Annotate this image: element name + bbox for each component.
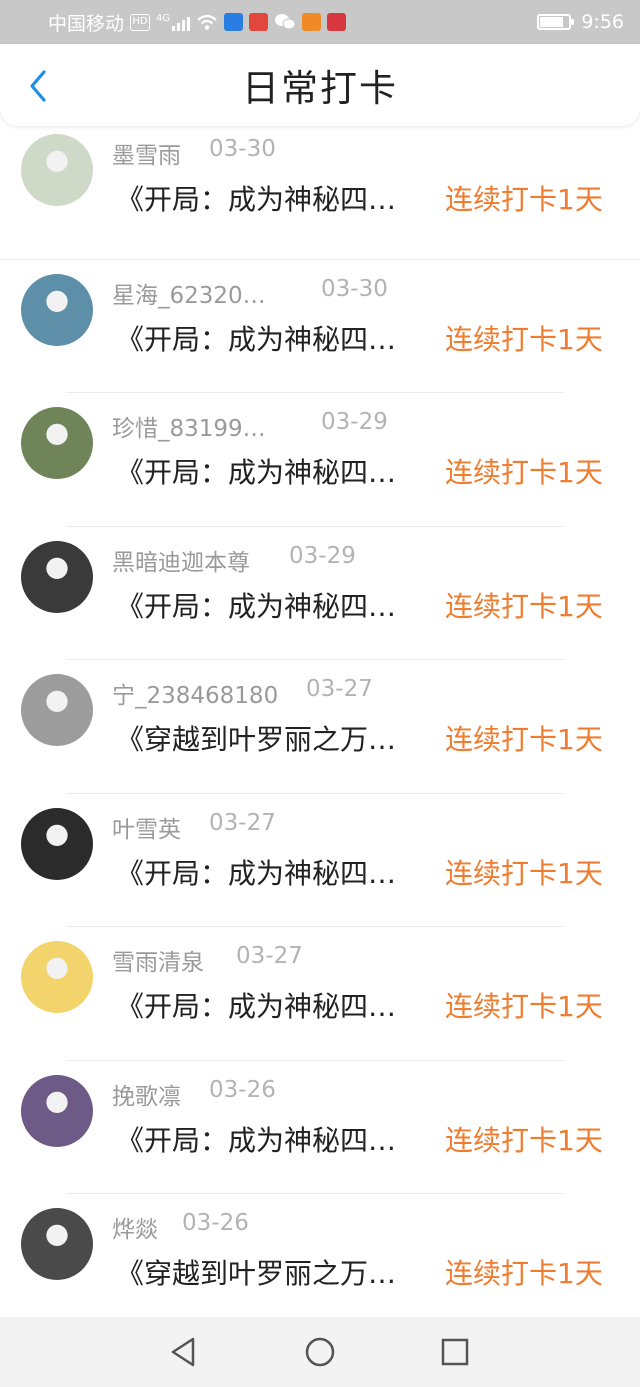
- avatar[interactable]: [21, 941, 93, 1013]
- nav-recents-button[interactable]: [437, 1334, 473, 1370]
- checkin-date: 03-29: [321, 409, 388, 435]
- checkin-row[interactable]: 珍惜_83199… 03-29 《开局：成为神秘四… 连续打卡1天: [0, 393, 640, 527]
- streak-label: 连续打卡1天: [445, 723, 603, 756]
- username[interactable]: 星海_62320…: [112, 276, 266, 310]
- checkin-row[interactable]: 挽歌凛 03-26 《开局：成为神秘四… 连续打卡1天: [0, 1061, 640, 1194]
- avatar[interactable]: [21, 540, 93, 613]
- book-title[interactable]: 《穿越到叶罗丽之万…: [116, 1252, 396, 1292]
- checkin-date: 03-27: [306, 676, 373, 702]
- avatar[interactable]: [21, 674, 93, 746]
- clock: 9:56: [581, 11, 624, 33]
- username[interactable]: 叶雪英: [112, 810, 181, 844]
- nav-home-button[interactable]: [302, 1334, 338, 1370]
- page-title: 日常打卡: [242, 67, 398, 110]
- username[interactable]: 黑暗迪迦本尊: [112, 543, 250, 577]
- avatar[interactable]: [21, 407, 93, 479]
- avatar[interactable]: [21, 134, 93, 206]
- streak-label: 连续打卡1天: [445, 856, 603, 890]
- book-title[interactable]: 《开局：成为神秘四…: [116, 178, 396, 218]
- checkin-date: 03-27: [209, 809, 276, 836]
- streak-label: 连续打卡1天: [445, 589, 603, 623]
- checkin-date: 03-26: [209, 1076, 276, 1103]
- username[interactable]: 宁_238468180: [112, 676, 278, 710]
- hd-icon: HD: [130, 13, 151, 31]
- book-title[interactable]: 《开局：成为神秘四…: [116, 852, 396, 892]
- triangle-back-icon: [171, 1337, 195, 1367]
- avatar[interactable]: [21, 1208, 93, 1280]
- nav-back-button[interactable]: [165, 1334, 201, 1370]
- avatar[interactable]: [21, 273, 93, 346]
- chevron-left-icon: [30, 70, 46, 102]
- battery-icon: [537, 14, 575, 30]
- carrier-label: 中国移动: [48, 12, 125, 35]
- checkin-row[interactable]: 墨雪雨 03-30 《开局：成为神秘四… 连续打卡1天: [0, 126, 640, 260]
- checkin-row[interactable]: 宁_238468180 03-27 《穿越到叶罗丽之万… 连续打卡1天: [0, 660, 640, 794]
- checkin-date: 03-26: [182, 1210, 249, 1236]
- app-icon-red-heart: [327, 13, 347, 31]
- wifi-icon: [197, 14, 217, 30]
- book-title[interactable]: 《开局：成为神秘四…: [116, 985, 396, 1025]
- checkin-row[interactable]: 星海_62320… 03-30 《开局：成为神秘四… 连续打卡1天: [0, 260, 640, 393]
- wechat-icon: [275, 14, 296, 30]
- book-title[interactable]: 《穿越到叶罗丽之万…: [116, 718, 396, 758]
- app-icon-blue: [224, 13, 244, 31]
- app-icon-red-book: [249, 13, 269, 31]
- top-nav-bar: 日常打卡: [0, 44, 640, 126]
- circle-home-icon: [305, 1337, 335, 1367]
- checkin-row[interactable]: 黑暗迪迦本尊 03-29 《开局：成为神秘四… 连续打卡1天: [0, 527, 640, 660]
- username[interactable]: 珍惜_83199…: [112, 409, 266, 443]
- avatar[interactable]: [21, 807, 93, 880]
- streak-label: 连续打卡1天: [445, 183, 603, 216]
- checkin-row[interactable]: 雪雨清泉 03-27 《开局：成为神秘四… 连续打卡1天: [0, 927, 640, 1061]
- system-nav-bar: [0, 1317, 640, 1387]
- checkin-date: 03-30: [209, 136, 276, 162]
- book-title[interactable]: 《开局：成为神秘四…: [116, 318, 396, 358]
- checkin-date: 03-30: [321, 275, 388, 302]
- streak-label: 连续打卡1天: [445, 322, 603, 356]
- username[interactable]: 烨燚: [112, 1210, 158, 1244]
- username[interactable]: 挽歌凛: [112, 1077, 181, 1111]
- checkin-row[interactable]: 烨燚 03-26 《穿越到叶罗丽之万… 连续打卡1天: [0, 1194, 640, 1328]
- streak-label: 连续打卡1天: [445, 1123, 603, 1157]
- network-type-label: 4G: [156, 13, 171, 24]
- avatar[interactable]: [21, 1074, 93, 1147]
- username[interactable]: 雪雨清泉: [112, 943, 204, 977]
- book-title[interactable]: 《开局：成为神秘四…: [116, 451, 396, 491]
- checkin-row[interactable]: 叶雪英 03-27 《开局：成为神秘四… 连续打卡1天: [0, 794, 640, 927]
- video-app-icon: [302, 13, 322, 31]
- book-title[interactable]: 《开局：成为神秘四…: [116, 585, 396, 625]
- streak-label: 连续打卡1天: [445, 456, 603, 489]
- square-recents-icon: [441, 1338, 469, 1366]
- status-bar: 中国移动 HD 4G 9:56: [0, 0, 640, 44]
- streak-label: 连续打卡1天: [445, 990, 603, 1023]
- signal-icon: 4G: [156, 13, 191, 31]
- checkin-date: 03-29: [289, 542, 356, 569]
- username[interactable]: 墨雪雨: [112, 136, 181, 170]
- book-title[interactable]: 《开局：成为神秘四…: [116, 1119, 396, 1159]
- checkin-date: 03-27: [236, 943, 303, 969]
- back-button[interactable]: [18, 64, 58, 108]
- streak-label: 连续打卡1天: [445, 1257, 603, 1290]
